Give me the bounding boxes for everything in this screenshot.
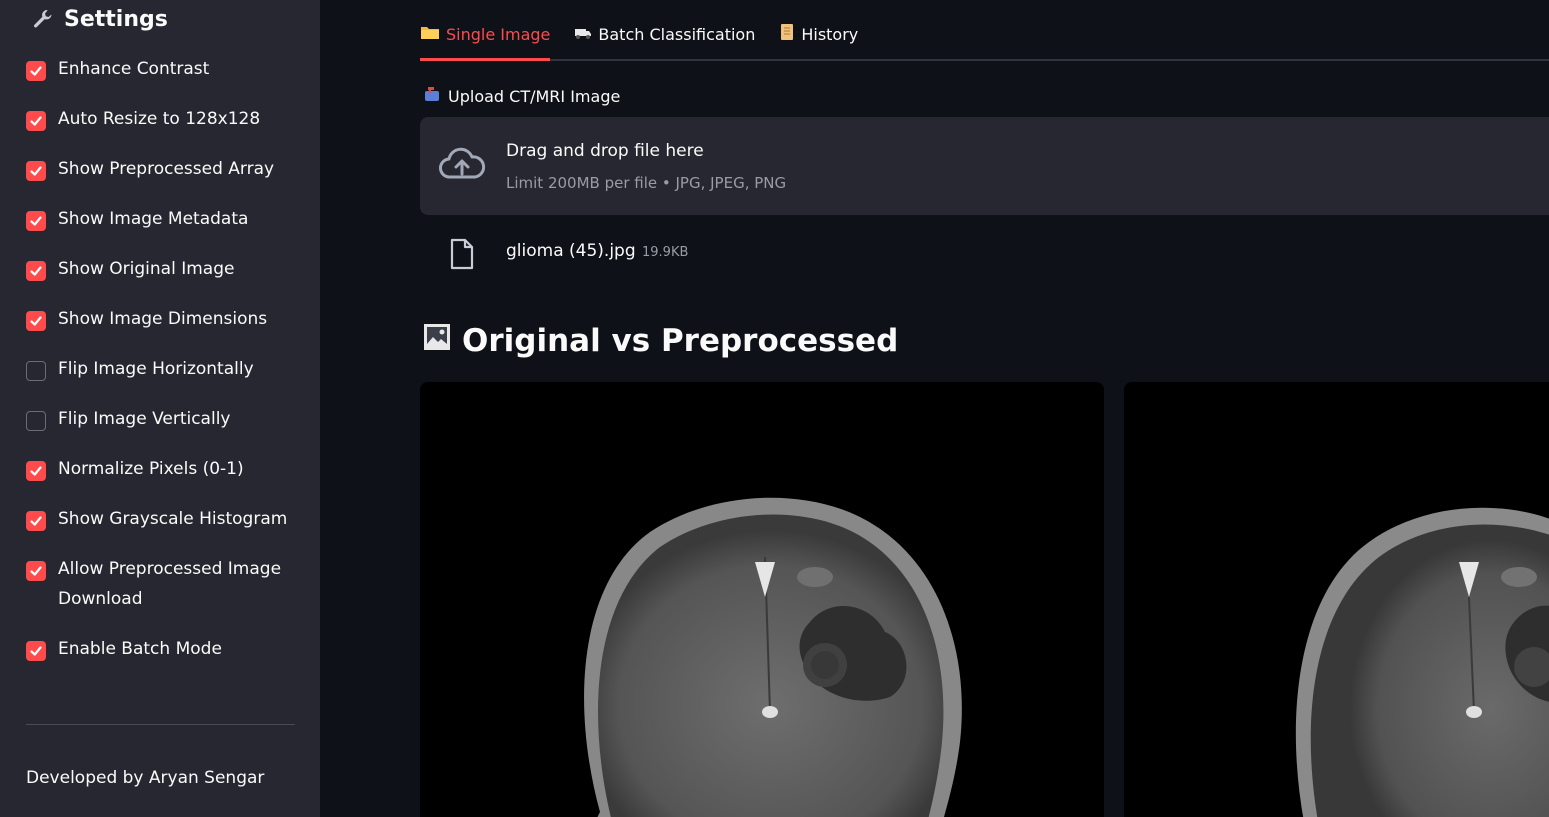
file-icon [448,238,476,274]
checkbox-empty-icon[interactable] [26,411,46,431]
file-dropzone[interactable] [420,117,1549,215]
checkbox-7[interactable]: Flip Image Horizontally [26,358,296,384]
checkbox-label: Flip Image Horizontally [58,359,254,379]
checkbox-2[interactable]: Auto Resize to 128x128 [26,108,296,134]
tab-label: Batch Classification [598,24,756,44]
checkbox-label: Show Grayscale Histogram [58,509,288,529]
tab-bar: Single Image Batch Classification Histor… [420,18,1549,62]
mailbox-icon [424,86,440,106]
checkmark-icon[interactable] [26,261,46,281]
checkbox-1[interactable]: Enhance Contrast [26,58,296,84]
checkbox-label: Auto Resize to 128x128 [58,109,261,129]
checkbox-4[interactable]: Show Image Metadata [26,208,296,234]
sidebar-title: Settings [32,4,168,34]
preprocessed-image [1124,382,1549,817]
sidebar-divider [26,724,295,725]
tab-label: History [801,24,859,44]
checkbox-label: Show Original Image [58,259,235,279]
checkbox-label: Enable Batch Mode [58,639,222,659]
checkbox-12[interactable]: Enable Batch Mode [26,638,296,664]
wrench-icon [32,8,54,30]
checkbox-11[interactable]: Allow Preprocessed Image Download [26,558,296,614]
dropzone-title: Drag and drop file here [506,141,704,161]
tab-single-image[interactable]: Single Image [420,18,551,61]
sidebar-title-text: Settings [64,6,168,32]
sidebar: Settings Enhance Contrast Auto Resize to … [0,0,320,817]
checkbox-5[interactable]: Show Original Image [26,258,296,284]
checkbox-label: Show Image Dimensions [58,309,268,329]
dropzone-hint: Limit 200MB per file • JPG, JPEG, PNG [506,174,787,192]
cloud-upload-icon [438,147,486,187]
checkbox-label: Allow Preprocessed Image Download [58,559,282,609]
checkmark-icon[interactable] [26,211,46,231]
checkbox-3[interactable]: Show Preprocessed Array [26,158,296,184]
section-title-text: Original vs Preprocessed [462,323,899,359]
checkmark-icon[interactable] [26,111,46,131]
checkmark-icon[interactable] [26,311,46,331]
checkmark-icon[interactable] [26,461,46,481]
checkbox-label: Show Image Metadata [58,209,249,229]
checkbox-label: Flip Image Vertically [58,409,231,429]
checkmark-icon[interactable] [26,511,46,531]
checkbox-label: Show Preprocessed Array [58,159,275,179]
tab-history[interactable]: History [779,18,858,50]
checkbox-empty-icon[interactable] [26,361,46,381]
uploaded-file-name: glioma (45).jpg [506,241,636,261]
scroll-icon [779,23,795,45]
section-title: Original vs Preprocessed [422,322,898,360]
checkmark-icon[interactable] [26,161,46,181]
uploaded-file-size: 19.9KB [642,245,689,260]
truck-icon [574,25,592,44]
upload-label: Upload CT/MRI Image [424,86,620,106]
original-image [420,382,1104,817]
checkmark-icon[interactable] [26,641,46,661]
checkbox-8[interactable]: Flip Image Vertically [26,408,296,434]
folder-icon [420,24,440,44]
checkbox-label: Normalize Pixels (0-1) [58,459,244,479]
tab-label: Single Image [446,24,551,44]
checkbox-label: Enhance Contrast [58,59,210,79]
tab-batch-classification[interactable]: Batch Classification [574,18,755,50]
upload-label-text: Upload CT/MRI Image [448,86,621,106]
checkmark-icon[interactable] [26,61,46,81]
image-frame-icon [422,322,452,360]
sidebar-footer: Developed by Aryan Sengar [26,768,265,788]
checkbox-6[interactable]: Show Image Dimensions [26,308,296,334]
checkbox-9[interactable]: Normalize Pixels (0-1) [26,458,296,484]
checkmark-icon[interactable] [26,561,46,581]
checkbox-10[interactable]: Show Grayscale Histogram [26,508,296,534]
